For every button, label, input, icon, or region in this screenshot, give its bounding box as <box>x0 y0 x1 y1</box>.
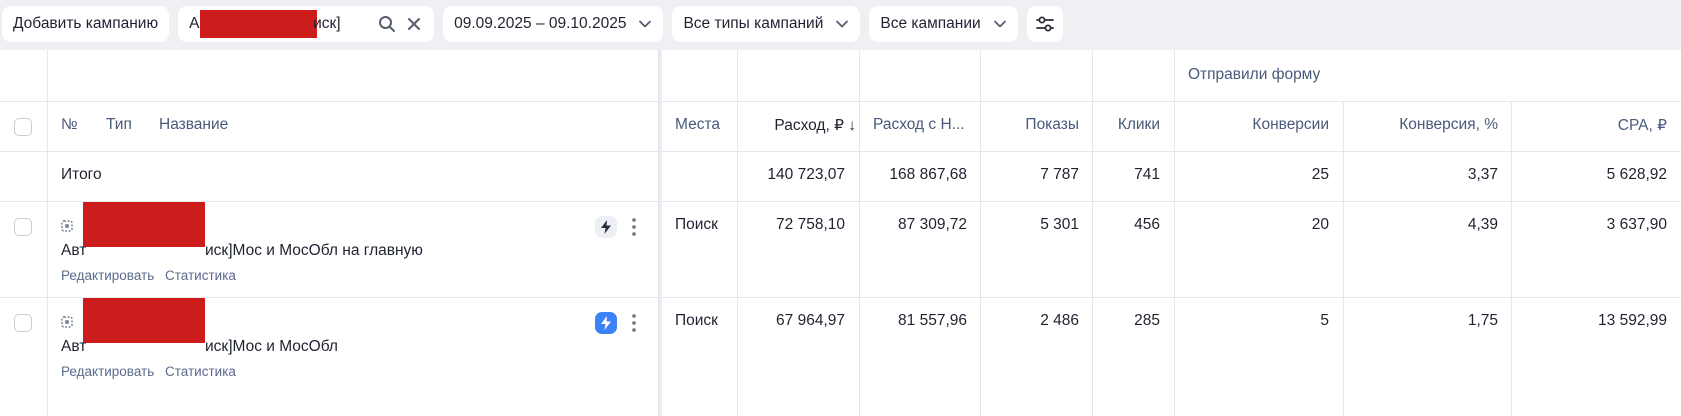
spend-cell: 72 758,10 <box>776 216 845 233</box>
search-input[interactable]: А иск] <box>178 6 435 42</box>
search-value-suffix: иск] <box>313 15 341 32</box>
autotargeting-button[interactable] <box>595 216 617 238</box>
total-conversion-rate: 3,37 <box>1467 166 1498 183</box>
sliders-icon <box>1035 16 1054 32</box>
total-spend-vat: 168 867,68 <box>889 166 967 183</box>
campaign-name-prefix: Авт <box>61 242 87 259</box>
autotargeting-button[interactable] <box>595 312 617 334</box>
campaign-name-prefix: Авт <box>61 338 87 355</box>
cpa-cell: 13 592,99 <box>1598 312 1667 329</box>
impressions-cell: 5 301 <box>1040 216 1079 233</box>
lightning-icon <box>601 220 611 234</box>
column-divider <box>1511 101 1512 416</box>
toolbar: Добавить кампанию А иск] 09.09.2025 – 09… <box>2 6 1063 42</box>
more-vertical-icon[interactable] <box>631 313 637 333</box>
statistics-link[interactable]: Статистика <box>165 364 236 379</box>
campaigns-select[interactable]: Все кампании <box>869 6 1018 42</box>
close-icon[interactable] <box>406 16 422 32</box>
header-spend-vat[interactable]: Расход с Н... <box>873 116 965 134</box>
statistics-link[interactable]: Статистика <box>165 268 236 283</box>
campaign-types-label: Все типы кампаний <box>683 15 824 32</box>
total-label: Итого <box>61 166 102 183</box>
redaction-block <box>83 202 205 247</box>
edit-link[interactable]: Редактировать <box>61 268 154 283</box>
chevron-down-icon <box>993 20 1006 28</box>
select-all-checkbox[interactable] <box>14 118 32 136</box>
chevron-down-icon <box>836 20 849 28</box>
total-spend: 140 723,07 <box>767 166 845 183</box>
add-campaign-button[interactable]: Добавить кампанию <box>2 6 170 42</box>
campaign-name-link[interactable]: иск]Мос и МосОбл на главную <box>205 242 423 260</box>
redaction-block <box>83 298 205 343</box>
header-places[interactable]: Места <box>675 116 720 134</box>
edit-link[interactable]: Редактировать <box>61 364 154 379</box>
date-range-label: 09.09.2025 – 09.10.2025 <box>454 15 627 32</box>
impressions-cell: 2 486 <box>1040 312 1079 329</box>
header-type[interactable]: Тип <box>106 116 132 134</box>
frozen-column-divider <box>658 50 662 416</box>
lightning-icon <box>601 316 611 330</box>
chevron-down-icon <box>639 20 652 28</box>
filter-settings-button[interactable] <box>1026 6 1063 42</box>
campaign-name-link[interactable]: иск]Мос и МосОбл <box>205 338 338 356</box>
conversions-cell: 20 <box>1311 216 1329 233</box>
row-divider <box>0 297 1681 298</box>
total-impressions: 7 787 <box>1040 166 1079 183</box>
clicks-cell: 285 <box>1134 312 1160 329</box>
places-cell: Поиск <box>675 312 718 329</box>
row-checkbox[interactable] <box>14 218 32 236</box>
header-impressions[interactable]: Показы <box>980 116 1079 134</box>
places-cell: Поиск <box>675 216 718 233</box>
total-conversions: 25 <box>1311 166 1329 183</box>
header-conversions[interactable]: Конверсии <box>1174 116 1329 134</box>
search-value-prefix: А <box>189 15 200 32</box>
header-spend[interactable]: Расход, ₽ ↓ <box>760 116 856 135</box>
column-divider <box>47 50 48 416</box>
header-conversion-rate[interactable]: Конверсия, % <box>1343 116 1498 134</box>
campaigns-label: Все кампании <box>880 15 981 32</box>
row-divider <box>0 201 1681 202</box>
campaigns-table: Отправили форму № Тип Название Места Рас… <box>0 50 1681 416</box>
spend-cell: 67 964,97 <box>776 312 845 329</box>
column-divider <box>1343 101 1344 416</box>
spend-vat-cell: 87 309,72 <box>898 216 967 233</box>
total-clicks: 741 <box>1134 166 1160 183</box>
conversion-rate-cell: 1,75 <box>1467 312 1498 329</box>
header-clicks[interactable]: Клики <box>1092 116 1160 134</box>
row-divider <box>0 101 1681 102</box>
conversion-rate-cell: 4,39 <box>1467 216 1498 233</box>
redaction-block <box>200 10 318 38</box>
spend-vat-cell: 81 557,96 <box>898 312 967 329</box>
add-campaign-label: Добавить кампанию <box>13 15 159 32</box>
total-cpa: 5 628,92 <box>1606 166 1667 183</box>
group-header-form-sent: Отправили форму <box>1188 66 1321 83</box>
more-vertical-icon[interactable] <box>631 217 637 237</box>
row-checkbox[interactable] <box>14 314 32 332</box>
search-icon[interactable] <box>378 15 396 33</box>
header-cpa[interactable]: CPA, ₽ <box>1511 116 1667 135</box>
date-range-select[interactable]: 09.09.2025 – 09.10.2025 <box>443 6 664 42</box>
campaign-type-icon <box>61 316 73 328</box>
row-divider <box>0 151 1681 152</box>
conversions-cell: 5 <box>1320 312 1329 329</box>
header-number[interactable]: № <box>61 116 78 134</box>
campaign-types-select[interactable]: Все типы кампаний <box>672 6 861 42</box>
clicks-cell: 456 <box>1134 216 1160 233</box>
header-name[interactable]: Название <box>159 116 228 134</box>
campaign-type-icon <box>61 220 73 232</box>
cpa-cell: 3 637,90 <box>1606 216 1667 233</box>
